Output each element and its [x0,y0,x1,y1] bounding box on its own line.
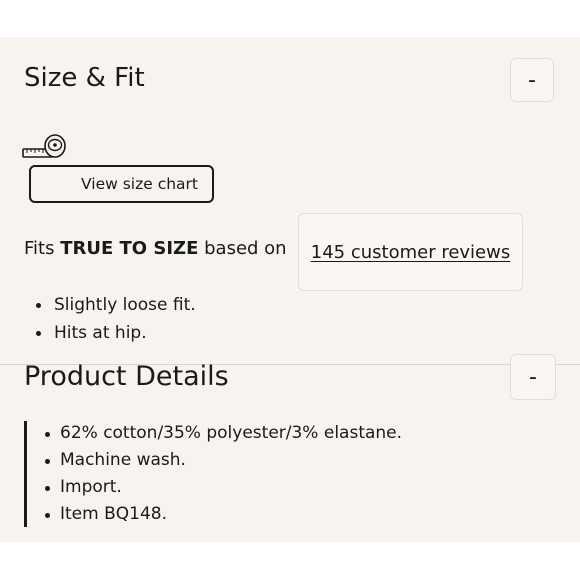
list-item: Item BQ148. [30,501,402,528]
product-details-title: Product Details [24,361,229,392]
list-item: Slightly loose fit. [24,291,196,319]
list-item: Machine wash. [30,447,402,474]
product-details-list: 62% cotton/35% polyester/3% elastane. Ma… [30,420,402,528]
accordion-panel: Size & Fit - View size chart Fits TRUE T… [0,37,580,542]
fit-summary: Fits TRUE TO SIZE based on [24,238,287,259]
product-details-collapse-button[interactable]: - [510,354,556,400]
fit-notes-list: Slightly loose fit. Hits at hip. [24,291,196,347]
list-item: 62% cotton/35% polyester/3% elastane. [30,420,402,447]
reviews-link-box[interactable]: 145 customer reviews [298,213,523,291]
list-item: Import. [30,474,402,501]
customer-reviews-link[interactable]: 145 customer reviews [311,242,510,263]
size-fit-title: Size & Fit [24,63,145,93]
measuring-tape-icon [22,134,66,158]
size-fit-collapse-button[interactable]: - [510,58,554,102]
view-size-chart-button[interactable]: View size chart [29,165,214,203]
details-accent-bar [24,421,27,527]
fit-rating: TRUE TO SIZE [60,238,199,259]
list-item: Hits at hip. [24,319,196,347]
view-size-chart-label: View size chart [81,175,198,193]
